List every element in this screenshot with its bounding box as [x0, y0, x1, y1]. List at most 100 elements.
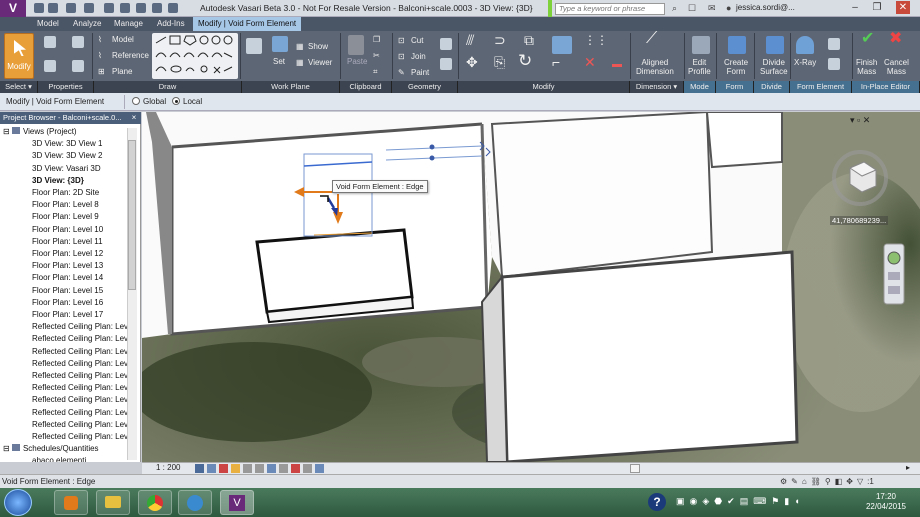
- tray-app-icon[interactable]: ▣: [676, 496, 685, 507]
- tree-item[interactable]: Reflected Ceiling Plan: Lev: [32, 432, 128, 441]
- family-types-icon[interactable]: [44, 60, 56, 72]
- editable-icon[interactable]: ✎: [791, 477, 798, 486]
- media-player-taskbar-icon[interactable]: [54, 490, 88, 515]
- join-geometry-button[interactable]: Join: [411, 52, 426, 61]
- panel-select[interactable]: Select ▾: [0, 81, 38, 93]
- taskbar-clock[interactable]: 17:20 22/04/2015: [856, 492, 916, 512]
- tree-item[interactable]: Reflected Ceiling Plan: Lev: [32, 359, 128, 368]
- tree-item[interactable]: 3D View: Vasari 3D: [32, 164, 101, 173]
- tree-item[interactable]: 3D View: 3D View 2: [32, 151, 102, 160]
- select-pinned-icon[interactable]: ⚲: [825, 477, 831, 486]
- tree-item[interactable]: Floor Plan: Level 15: [32, 286, 103, 295]
- draw-plane-button[interactable]: Plane: [112, 67, 132, 76]
- search-input[interactable]: Type a keyword or phrase: [555, 3, 665, 15]
- align-icon[interactable]: ⫻: [466, 33, 474, 47]
- visual-style-icon[interactable]: [207, 464, 216, 473]
- tree-item[interactable]: Floor Plan: Level 8: [32, 200, 99, 209]
- type-properties-icon[interactable]: [72, 36, 84, 48]
- redo-icon[interactable]: [84, 3, 94, 13]
- minimize-button[interactable]: –: [848, 1, 862, 14]
- mirror-icon[interactable]: ⧉: [524, 33, 534, 47]
- measure-icon[interactable]: [120, 3, 130, 13]
- detail-level-icon[interactable]: [195, 464, 204, 473]
- tree-item[interactable]: 3D View: 3D View 1: [32, 139, 102, 148]
- modify-button[interactable]: Modify: [4, 33, 34, 79]
- analysis-display-icon[interactable]: [303, 464, 312, 473]
- tree-item[interactable]: Floor Plan: Level 17: [32, 310, 103, 319]
- sun-path-icon[interactable]: [219, 464, 228, 473]
- tree-item[interactable]: Floor Plan: Level 9: [32, 212, 99, 221]
- tab-model[interactable]: Model: [32, 17, 64, 31]
- tree-item[interactable]: Reflected Ceiling Plan: Lev: [32, 334, 128, 343]
- project-browser-close-button[interactable]: ×: [128, 112, 140, 124]
- tree-item[interactable]: Floor Plan: 2D Site: [32, 188, 99, 197]
- tree-item[interactable]: Reflected Ceiling Plan: Lev: [32, 395, 128, 404]
- properties-icon[interactable]: [44, 36, 56, 48]
- tree-item[interactable]: Floor Plan: Level 11: [32, 237, 103, 246]
- global-radio[interactable]: [132, 97, 140, 105]
- navigation-bar[interactable]: [883, 243, 905, 305]
- tray-language-icon[interactable]: ⌨: [753, 496, 766, 507]
- worksets-icon[interactable]: ⚙: [780, 477, 787, 486]
- tray-flag-icon[interactable]: ⚑: [771, 496, 779, 507]
- show-workplane-button[interactable]: Show: [308, 42, 328, 51]
- panel-dimension[interactable]: Dimension ▾: [630, 81, 684, 93]
- move-icon[interactable]: ✥: [466, 55, 478, 69]
- application-menu-button[interactable]: V: [0, 0, 26, 17]
- edit-profile-button[interactable]: Edit Profile: [688, 58, 711, 76]
- set-workplane-button[interactable]: Set: [273, 57, 285, 66]
- shadows-icon[interactable]: [231, 464, 240, 473]
- grip-point[interactable]: [429, 155, 435, 161]
- print-icon[interactable]: [104, 3, 114, 13]
- draw-tools-gallery[interactable]: [152, 33, 238, 79]
- tray-security-icon[interactable]: ✔: [727, 496, 735, 507]
- trim-extend-icon[interactable]: ⌐: [552, 55, 560, 69]
- expand-collapse-icon[interactable]: ⊟: [3, 127, 12, 136]
- reveal-hidden-icon[interactable]: [291, 464, 300, 473]
- 3d-viewport[interactable]: [142, 112, 920, 462]
- tray-update-icon[interactable]: ◈: [702, 496, 709, 507]
- tray-drive-icon[interactable]: ▤: [740, 496, 749, 507]
- design-options-icon[interactable]: ⌂: [802, 477, 807, 486]
- tree-group[interactable]: ⊟ Schedules/Quantities: [3, 444, 99, 453]
- tree-item[interactable]: Floor Plan: Level 13: [32, 261, 103, 270]
- match-type-icon[interactable]: ⌗: [373, 67, 378, 76]
- tree-item[interactable]: 3D View: {3D}: [32, 176, 84, 185]
- tree-item[interactable]: Reflected Ceiling Plan: Lev: [32, 347, 128, 356]
- local-radio[interactable]: [172, 97, 180, 105]
- paste-button[interactable]: Paste: [347, 57, 367, 66]
- chrome-taskbar-icon[interactable]: [138, 490, 172, 515]
- offset-icon[interactable]: ⊃: [494, 33, 506, 47]
- model-canvas[interactable]: [142, 112, 920, 462]
- vasari-taskbar-icon[interactable]: V: [220, 490, 254, 515]
- open-icon[interactable]: [34, 3, 44, 13]
- tree-item[interactable]: Reflected Ceiling Plan: Lev: [32, 383, 128, 392]
- scrollbar-thumb[interactable]: [128, 140, 136, 290]
- tray-acrobat-icon[interactable]: ⬣: [714, 496, 722, 507]
- tree-item[interactable]: Floor Plan: Level 10: [32, 225, 103, 234]
- tree-item[interactable]: Floor Plan: Level 12: [32, 249, 103, 258]
- tab-manage[interactable]: Manage: [109, 17, 148, 31]
- copy-element-icon[interactable]: ⎘: [494, 55, 505, 69]
- tree-group[interactable]: ⊟ Views (Project): [3, 127, 77, 136]
- start-button[interactable]: [4, 489, 32, 516]
- filter-icon[interactable]: ▽: [857, 477, 863, 486]
- view-scale[interactable]: 1 : 200: [156, 463, 180, 472]
- tree-item[interactable]: Reflected Ceiling Plan: Lev: [32, 408, 128, 417]
- tree-item[interactable]: abaco elementi: [32, 456, 86, 462]
- tab-add-ins[interactable]: Add-Ins: [152, 17, 190, 31]
- divide-surface-button[interactable]: Divide Surface: [760, 58, 788, 76]
- lock-view-icon[interactable]: [267, 464, 276, 473]
- array-icon[interactable]: [612, 64, 622, 67]
- cancel-mass-button[interactable]: Cancel Mass: [884, 58, 909, 76]
- undo-icon[interactable]: [66, 3, 76, 13]
- tree-item[interactable]: Floor Plan: Level 16: [32, 298, 103, 307]
- rotate-icon[interactable]: ↻: [518, 52, 532, 69]
- tray-skype-icon[interactable]: ◉: [690, 496, 698, 507]
- save-icon[interactable]: [48, 3, 58, 13]
- temporary-hide-icon[interactable]: [279, 464, 288, 473]
- search-icon[interactable]: ⌕: [672, 3, 677, 14]
- highlight-displacement-icon[interactable]: [315, 464, 324, 473]
- show-crop-icon[interactable]: [255, 464, 264, 473]
- expand-collapse-icon[interactable]: ⊟: [3, 444, 12, 453]
